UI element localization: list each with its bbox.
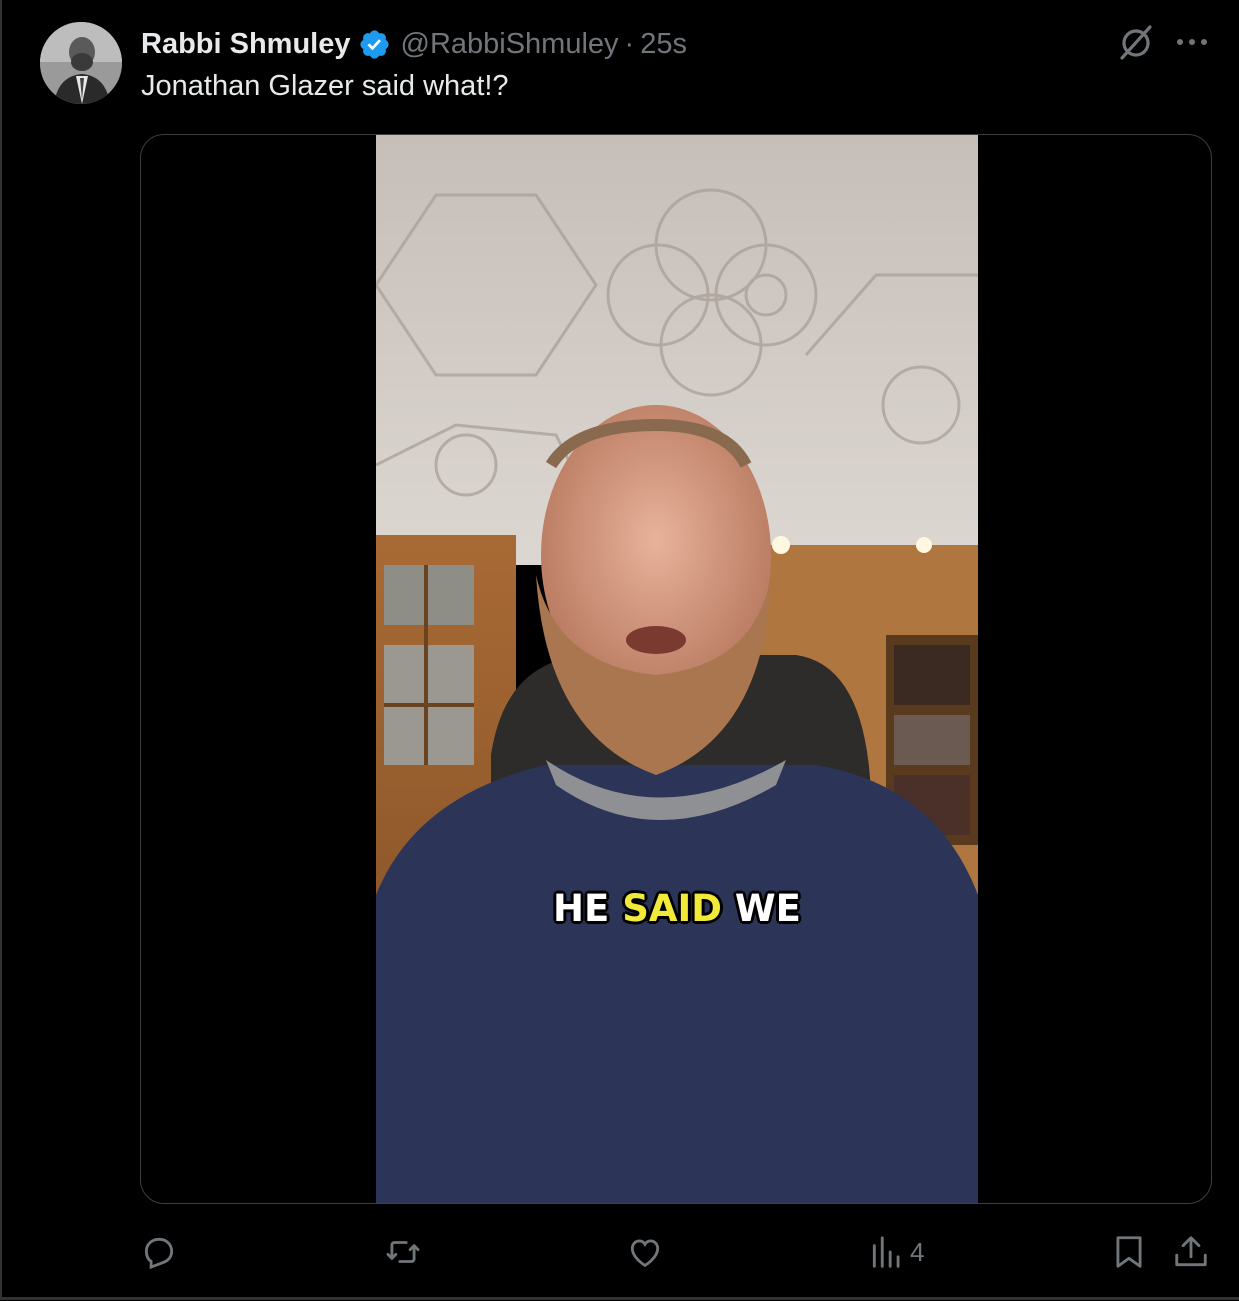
tweet-text: Jonathan Glazer said what!? xyxy=(141,70,509,102)
views-button[interactable]: 4 xyxy=(868,1228,924,1276)
more-icon[interactable] xyxy=(1174,30,1210,54)
views-count: 4 xyxy=(910,1236,925,1267)
avatar[interactable] xyxy=(40,22,122,104)
timestamp[interactable]: 25s xyxy=(640,28,687,61)
user-handle[interactable]: @RabbiShmuley xyxy=(401,28,619,61)
avatar-photo xyxy=(40,22,122,104)
retweet-button[interactable] xyxy=(384,1228,422,1276)
retweet-icon xyxy=(386,1241,420,1263)
video-caption: HE SAID WE xyxy=(376,887,978,930)
grok-icon[interactable] xyxy=(1116,22,1156,62)
caption-word-3: WE xyxy=(734,887,801,930)
bookmark-button[interactable] xyxy=(1110,1228,1148,1276)
caption-word-2: SAID xyxy=(622,887,722,930)
share-button[interactable] xyxy=(1172,1228,1210,1276)
like-button[interactable] xyxy=(626,1228,664,1276)
separator-dot: · xyxy=(624,27,635,60)
display-name[interactable]: Rabbi Shmuley xyxy=(141,28,351,61)
video-player[interactable]: HE SAID WE xyxy=(376,135,978,1203)
reply-button[interactable] xyxy=(140,1228,178,1276)
tweet-header: Rabbi Shmuley @RabbiShmuley · 25s xyxy=(141,24,687,64)
action-bar: 4 xyxy=(2,1228,1239,1276)
caption-word-1: HE xyxy=(553,887,610,930)
views-icon xyxy=(872,1236,900,1268)
video-frame xyxy=(376,135,978,1203)
verified-badge-icon xyxy=(358,28,391,61)
media-container[interactable]: HE SAID WE xyxy=(140,134,1212,1204)
heart-icon xyxy=(630,1239,660,1268)
bookmark-icon xyxy=(1116,1236,1142,1268)
share-icon xyxy=(1175,1236,1207,1267)
reply-icon xyxy=(144,1237,174,1270)
tweet-card: Rabbi Shmuley @RabbiShmuley · 25s Jonath… xyxy=(0,0,1239,1300)
